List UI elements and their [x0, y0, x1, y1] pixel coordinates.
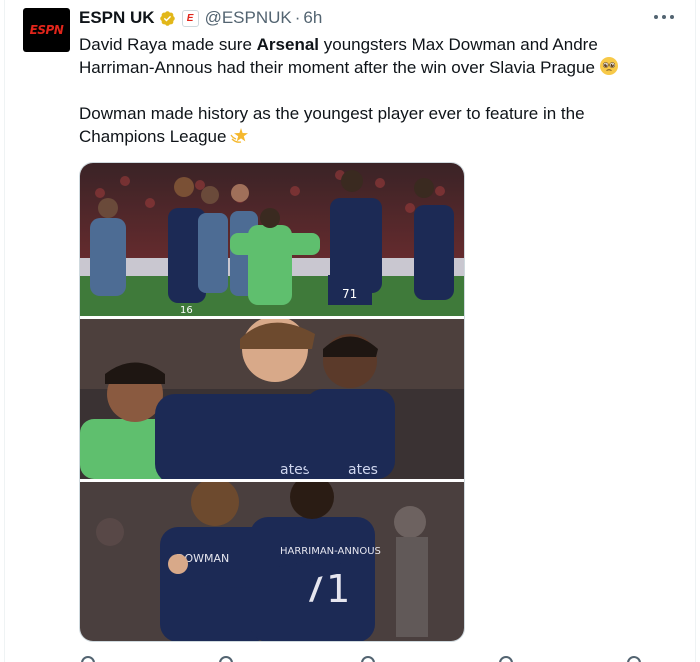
- photo-players-back[interactable]: DOWMAN HARRIMAN-ANNOUS 71: [80, 482, 464, 641]
- timeline-border-left: [4, 0, 5, 662]
- bold-mention: Arsenal: [256, 35, 320, 54]
- tweet-paragraph-2: Dowman made history as the youngest play…: [79, 104, 585, 146]
- name-back-harriman-annous: HARRIMAN-ANNOUS: [280, 546, 381, 557]
- shirt-number-71: 71: [342, 287, 357, 301]
- espn-logo: ESPN: [29, 23, 64, 37]
- separator: ·: [294, 8, 301, 27]
- more-options-icon[interactable]: [654, 8, 674, 26]
- author-handle[interactable]: @ESPNUK: [205, 8, 292, 28]
- tweet-card[interactable]: ESPN ESPN UK E @ESPNUK · 6h David Raya m…: [0, 0, 700, 662]
- tweet-header: ESPN UK E @ESPNUK · 6h: [79, 7, 322, 29]
- author-name[interactable]: ESPN UK: [79, 8, 155, 28]
- timeline-border-right: [695, 0, 696, 662]
- shirt-number-16: 16: [180, 305, 193, 316]
- photo-closeup-celebration[interactable]: ates ates: [80, 319, 464, 479]
- timestamp[interactable]: 6h: [303, 8, 322, 28]
- reply-icon[interactable]: [81, 656, 95, 662]
- dizzy-star-icon: [230, 128, 249, 143]
- bookmark-icon[interactable]: [627, 656, 641, 662]
- tweet-text: David Raya made sure Arsenal youngsters …: [79, 33, 669, 148]
- media-grid[interactable]: 71 16 ates ates DOWMAN HARRIMAN-ANNOUS 7…: [79, 162, 465, 642]
- tweet-actions: [79, 654, 669, 662]
- like-icon[interactable]: [361, 656, 375, 662]
- views-icon[interactable]: [499, 656, 513, 662]
- sponsor-text-2: ates: [348, 462, 378, 478]
- verified-badge-icon[interactable]: [159, 10, 176, 27]
- pleading-face-icon: [599, 57, 618, 75]
- repost-icon[interactable]: [219, 656, 233, 662]
- tweet-paragraph-1: David Raya made sure Arsenal youngsters …: [79, 33, 669, 79]
- photo-team-celebration[interactable]: 71 16: [80, 163, 464, 316]
- avatar[interactable]: ESPN: [23, 8, 70, 52]
- affiliate-badge[interactable]: E: [181, 9, 199, 27]
